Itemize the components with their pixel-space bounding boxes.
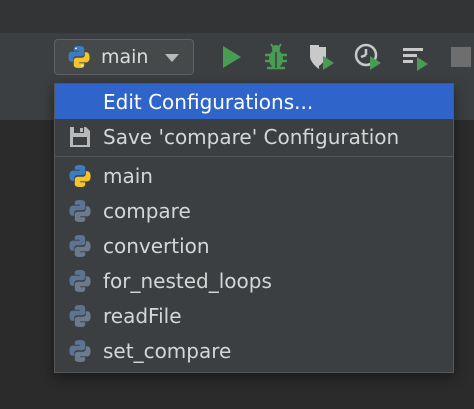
menu-separator: [55, 156, 453, 157]
config-item-for-nested-loops[interactable]: for_nested_loops: [55, 263, 453, 298]
config-item-label: for_nested_loops: [103, 268, 272, 293]
config-item-set-compare[interactable]: set_compare: [55, 333, 453, 368]
config-item-main[interactable]: main: [55, 158, 453, 193]
python-icon: [69, 235, 91, 257]
config-item-label: readFile: [103, 303, 182, 328]
concurrency-icon[interactable]: [400, 42, 430, 72]
python-icon: [69, 340, 91, 362]
main-toolbar: main: [0, 0, 474, 85]
menu-item-label: Save 'compare' Configuration: [103, 124, 400, 149]
menu-item-label: Edit Configurations...: [103, 89, 314, 114]
menu-item-edit-configurations[interactable]: Edit Configurations...: [55, 84, 453, 119]
run-icon[interactable]: [216, 42, 246, 72]
python-icon: [69, 165, 91, 187]
floppy-disk-icon: [70, 127, 90, 147]
stop-icon[interactable]: [448, 42, 474, 72]
python-icon: [69, 270, 91, 292]
config-item-readfile[interactable]: readFile: [55, 298, 453, 333]
config-item-label: compare: [103, 198, 191, 223]
config-item-label: main: [103, 163, 153, 188]
run-configuration-dropdown[interactable]: main: [54, 39, 194, 75]
coverage-icon[interactable]: [306, 42, 336, 72]
profile-icon[interactable]: [353, 42, 383, 72]
python-icon: [69, 200, 91, 222]
python-icon: [68, 46, 90, 68]
config-item-label: convertion: [103, 233, 210, 258]
menu-item-save-configuration[interactable]: Save 'compare' Configuration: [55, 119, 453, 154]
config-item-convertion[interactable]: convertion: [55, 228, 453, 263]
run-configurations-menu: Edit Configurations... Save 'compare' Co…: [54, 83, 454, 373]
run-configuration-label: main: [101, 46, 149, 68]
config-item-compare[interactable]: compare: [55, 193, 453, 228]
debug-icon[interactable]: [261, 42, 291, 72]
toolbar-top-strip: [0, 0, 474, 33]
config-item-label: set_compare: [103, 338, 232, 363]
chevron-down-icon: [165, 54, 179, 62]
python-icon: [69, 305, 91, 327]
